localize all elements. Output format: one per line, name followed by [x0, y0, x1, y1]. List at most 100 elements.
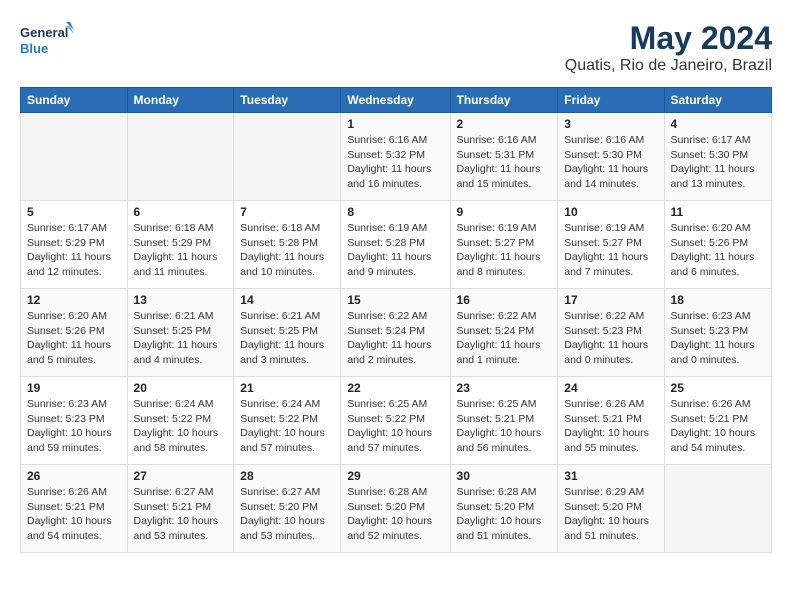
day-number: 12 — [27, 293, 121, 307]
calendar-cell: 28Sunrise: 6:27 AM Sunset: 5:20 PM Dayli… — [234, 465, 341, 553]
calendar-cell: 4 Sunrise: 6:17 AM Sunset: 5:30 PM Daylig… — [664, 113, 771, 201]
day-number: 8 — [347, 205, 443, 219]
day-number: 1 — [347, 117, 443, 131]
calendar-cell: 8 Sunrise: 6:19 AM Sunset: 5:28 PM Daylig… — [341, 201, 450, 289]
day-number: 5 — [27, 205, 121, 219]
calendar-cell: 31 Sunrise: 6:29 AM Sunset: 5:20 PM Dayli… — [558, 465, 664, 553]
calendar-cell: 18 Sunrise: 6:23 AM Sunset: 5:23 PM Dayli… — [664, 289, 771, 377]
col-thursday: Thursday — [450, 88, 558, 113]
col-saturday: Saturday — [664, 88, 771, 113]
calendar-cell — [664, 465, 771, 553]
day-number: 29 — [347, 469, 443, 483]
day-number: 10 — [564, 205, 657, 219]
svg-text:General: General — [20, 25, 68, 40]
calendar-cell: 29 Sunrise: 6:28 AM Sunset: 5:20 PM Dayli… — [341, 465, 450, 553]
col-friday: Friday — [558, 88, 664, 113]
calendar-cell: 17Sunrise: 6:22 AM Sunset: 5:23 PM Dayli… — [558, 289, 664, 377]
logo: General Blue — [20, 20, 74, 60]
day-number: 24 — [564, 381, 657, 395]
day-number: 30 — [457, 469, 552, 483]
header: General Blue May 2024 Quatis, Rio de Jan… — [20, 20, 772, 75]
calendar-week-5: 26Sunrise: 6:26 AM Sunset: 5:21 PM Dayli… — [21, 465, 772, 553]
day-number: 23 — [457, 381, 552, 395]
day-info: Sunrise: 6:20 AM Sunset: 5:26 PM Dayligh… — [27, 309, 121, 368]
calendar-cell: 10 Sunrise: 6:19 AM Sunset: 5:27 PM Dayli… — [558, 201, 664, 289]
day-number: 13 — [134, 293, 228, 307]
day-number: 2 — [457, 117, 552, 131]
day-info: Sunrise: 6:27 AM Sunset: 5:21 PM Dayligh… — [134, 485, 228, 544]
calendar-cell: 7 Sunrise: 6:18 AM Sunset: 5:28 PM Daylig… — [234, 201, 341, 289]
calendar-cell: 22 Sunrise: 6:25 AM Sunset: 5:22 PM Dayli… — [341, 377, 450, 465]
calendar-cell: 23Sunrise: 6:25 AM Sunset: 5:21 PM Dayli… — [450, 377, 558, 465]
calendar-cell: 11Sunrise: 6:20 AM Sunset: 5:26 PM Dayli… — [664, 201, 771, 289]
day-number: 16 — [457, 293, 552, 307]
day-info: Sunrise: 6:17 AM Sunset: 5:30 PM Dayligh… — [671, 133, 765, 192]
calendar-cell: 25 Sunrise: 6:26 AM Sunset: 5:21 PM Dayli… — [664, 377, 771, 465]
calendar-header-row: Sunday Monday Tuesday Wednesday Thursday… — [21, 88, 772, 113]
calendar-cell: 9 Sunrise: 6:19 AM Sunset: 5:27 PM Daylig… — [450, 201, 558, 289]
calendar-cell: 19 Sunrise: 6:23 AM Sunset: 5:23 PM Dayli… — [21, 377, 128, 465]
calendar-cell: 5Sunrise: 6:17 AM Sunset: 5:29 PM Daylig… — [21, 201, 128, 289]
day-number: 6 — [134, 205, 228, 219]
col-monday: Monday — [127, 88, 234, 113]
day-number: 4 — [671, 117, 765, 131]
day-number: 19 — [27, 381, 121, 395]
calendar-cell: 30 Sunrise: 6:28 AM Sunset: 5:20 PM Dayli… — [450, 465, 558, 553]
calendar-week-3: 12 Sunrise: 6:20 AM Sunset: 5:26 PM Dayli… — [21, 289, 772, 377]
calendar-cell: 15Sunrise: 6:22 AM Sunset: 5:24 PM Dayli… — [341, 289, 450, 377]
calendar-cell: 16 Sunrise: 6:22 AM Sunset: 5:24 PM Dayli… — [450, 289, 558, 377]
main-title: May 2024 — [565, 20, 772, 57]
day-info: Sunrise: 6:24 AM Sunset: 5:22 PM Dayligh… — [240, 397, 334, 456]
day-info: Sunrise: 6:25 AM Sunset: 5:22 PM Dayligh… — [347, 397, 443, 456]
calendar-cell: 24 Sunrise: 6:26 AM Sunset: 5:21 PM Dayli… — [558, 377, 664, 465]
day-number: 14 — [240, 293, 334, 307]
calendar-cell — [234, 113, 341, 201]
day-number: 25 — [671, 381, 765, 395]
day-info: Sunrise: 6:19 AM Sunset: 5:27 PM Dayligh… — [457, 221, 552, 280]
col-tuesday: Tuesday — [234, 88, 341, 113]
day-info: Sunrise: 6:29 AM Sunset: 5:20 PM Dayligh… — [564, 485, 657, 544]
day-info: Sunrise: 6:21 AM Sunset: 5:25 PM Dayligh… — [134, 309, 228, 368]
day-number: 7 — [240, 205, 334, 219]
page: General Blue May 2024 Quatis, Rio de Jan… — [0, 0, 792, 612]
calendar-cell: 1Sunrise: 6:16 AM Sunset: 5:32 PM Daylig… — [341, 113, 450, 201]
col-wednesday: Wednesday — [341, 88, 450, 113]
day-info: Sunrise: 6:22 AM Sunset: 5:24 PM Dayligh… — [347, 309, 443, 368]
calendar-week-1: 1Sunrise: 6:16 AM Sunset: 5:32 PM Daylig… — [21, 113, 772, 201]
day-info: Sunrise: 6:26 AM Sunset: 5:21 PM Dayligh… — [671, 397, 765, 456]
day-info: Sunrise: 6:24 AM Sunset: 5:22 PM Dayligh… — [134, 397, 228, 456]
day-number: 20 — [134, 381, 228, 395]
day-info: Sunrise: 6:22 AM Sunset: 5:24 PM Dayligh… — [457, 309, 552, 368]
day-number: 18 — [671, 293, 765, 307]
subtitle: Quatis, Rio de Janeiro, Brazil — [565, 57, 772, 75]
calendar-week-2: 5Sunrise: 6:17 AM Sunset: 5:29 PM Daylig… — [21, 201, 772, 289]
calendar-cell: 20 Sunrise: 6:24 AM Sunset: 5:22 PM Dayli… — [127, 377, 234, 465]
day-info: Sunrise: 6:23 AM Sunset: 5:23 PM Dayligh… — [671, 309, 765, 368]
calendar-cell — [127, 113, 234, 201]
day-info: Sunrise: 6:28 AM Sunset: 5:20 PM Dayligh… — [457, 485, 552, 544]
day-info: Sunrise: 6:26 AM Sunset: 5:21 PM Dayligh… — [564, 397, 657, 456]
calendar-cell: 13 Sunrise: 6:21 AM Sunset: 5:25 PM Dayli… — [127, 289, 234, 377]
day-info: Sunrise: 6:19 AM Sunset: 5:27 PM Dayligh… — [564, 221, 657, 280]
day-info: Sunrise: 6:28 AM Sunset: 5:20 PM Dayligh… — [347, 485, 443, 544]
calendar-table: Sunday Monday Tuesday Wednesday Thursday… — [20, 87, 772, 553]
day-info: Sunrise: 6:16 AM Sunset: 5:30 PM Dayligh… — [564, 133, 657, 192]
day-number: 9 — [457, 205, 552, 219]
calendar-cell: 6Sunrise: 6:18 AM Sunset: 5:29 PM Daylig… — [127, 201, 234, 289]
day-info: Sunrise: 6:19 AM Sunset: 5:28 PM Dayligh… — [347, 221, 443, 280]
day-info: Sunrise: 6:21 AM Sunset: 5:25 PM Dayligh… — [240, 309, 334, 368]
logo-graphic: General Blue — [20, 20, 74, 60]
day-info: Sunrise: 6:26 AM Sunset: 5:21 PM Dayligh… — [27, 485, 121, 544]
calendar-cell: 3 Sunrise: 6:16 AM Sunset: 5:30 PM Daylig… — [558, 113, 664, 201]
day-info: Sunrise: 6:22 AM Sunset: 5:23 PM Dayligh… — [564, 309, 657, 368]
calendar-cell: 27Sunrise: 6:27 AM Sunset: 5:21 PM Dayli… — [127, 465, 234, 553]
day-info: Sunrise: 6:23 AM Sunset: 5:23 PM Dayligh… — [27, 397, 121, 456]
day-number: 21 — [240, 381, 334, 395]
day-number: 3 — [564, 117, 657, 131]
day-number: 22 — [347, 381, 443, 395]
day-number: 31 — [564, 469, 657, 483]
calendar-cell: 12 Sunrise: 6:20 AM Sunset: 5:26 PM Dayli… — [21, 289, 128, 377]
calendar-week-4: 19 Sunrise: 6:23 AM Sunset: 5:23 PM Dayli… — [21, 377, 772, 465]
day-info: Sunrise: 6:27 AM Sunset: 5:20 PM Dayligh… — [240, 485, 334, 544]
day-info: Sunrise: 6:18 AM Sunset: 5:28 PM Dayligh… — [240, 221, 334, 280]
